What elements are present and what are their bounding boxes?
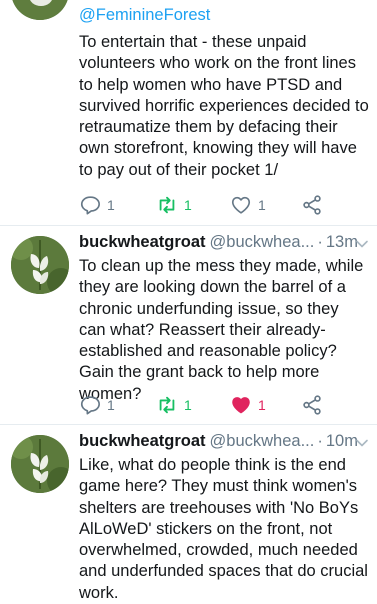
display-name[interactable]: buckwheatgroat (79, 233, 206, 251)
avatar[interactable] (11, 0, 69, 20)
retweet-count: 1 (184, 197, 192, 213)
share-button[interactable] (301, 193, 323, 217)
retweet-button[interactable]: 1 (156, 393, 192, 417)
reply-button[interactable]: 1 (79, 193, 115, 217)
reply-icon (80, 396, 100, 415)
reply-count: 1 (107, 397, 115, 413)
tweet-text: To clean up the mess they made, while th… (79, 257, 364, 403)
action-bar: 1 1 1 (79, 393, 339, 417)
share-button[interactable] (301, 393, 323, 417)
share-icon (303, 395, 321, 415)
reply-icon (80, 196, 100, 215)
display-name[interactable]: buckwheatgroat (79, 432, 206, 450)
tweet-3[interactable]: buckwheatgroat @buckwhea... · 10m Like, wha… (0, 425, 377, 602)
avatar[interactable] (11, 236, 69, 294)
tweet-text: To entertain that - these unpaid volunte… (79, 33, 369, 179)
retweet-count: 1 (184, 397, 192, 413)
reply-count: 1 (107, 197, 115, 213)
heart-icon (231, 196, 251, 214)
mention-link[interactable]: @FeminineForest (79, 6, 210, 25)
chevron-down-icon[interactable] (355, 237, 369, 251)
timestamp[interactable]: 10m (326, 432, 358, 450)
tweet-header: buckwheatgroat @buckwhea... · 10m (79, 432, 371, 454)
like-button[interactable]: 1 (230, 193, 266, 217)
action-bar: 1 1 1 (79, 193, 339, 217)
reply-button[interactable]: 1 (79, 393, 115, 417)
share-icon (303, 195, 321, 215)
user-handle[interactable]: @buckwhea... (210, 233, 315, 251)
tweet-header: buckwheatgroat @buckwhea... · 13m (79, 233, 371, 255)
tweet-1[interactable]: @FeminineForest To entertain that - thes… (0, 0, 377, 225)
heart-icon (232, 397, 250, 414)
tweet-2[interactable]: buckwheatgroat @buckwhea... · 13m To clean … (0, 226, 377, 424)
avatar[interactable] (11, 435, 69, 493)
retweet-button[interactable]: 1 (156, 193, 192, 217)
user-handle[interactable]: @buckwhea... (210, 432, 315, 450)
separator-dot: · (317, 233, 323, 251)
timestamp[interactable]: 13m (326, 233, 358, 251)
tweet-text: Like, what do people think is the end ga… (79, 456, 368, 602)
like-button[interactable]: 1 (230, 393, 266, 417)
chevron-down-icon[interactable] (355, 436, 369, 450)
separator-dot: · (317, 432, 323, 450)
retweet-icon (159, 396, 175, 414)
retweet-icon (159, 196, 175, 214)
like-count: 1 (258, 197, 266, 213)
like-count: 1 (258, 397, 266, 413)
